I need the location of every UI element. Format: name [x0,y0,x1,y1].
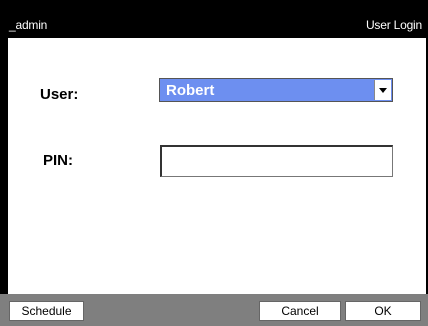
pin-label: PIN: [43,152,73,169]
chevron-down-icon[interactable] [374,80,391,100]
schedule-button[interactable]: Schedule [9,301,84,321]
user-label: User: [40,86,79,103]
cancel-button[interactable]: Cancel [259,301,341,321]
pin-input[interactable] [160,145,393,177]
login-form: User: Robert PIN: [8,38,426,294]
screen-title: User Login [365,18,422,32]
bottom-toolbar: Schedule Cancel OK [0,294,428,326]
ok-button[interactable]: OK [345,301,421,321]
title-bar: _admin User Login [0,0,428,38]
user-context-label: _admin [9,18,48,32]
user-select-value: Robert [166,82,215,99]
user-select[interactable]: Robert [159,78,393,102]
